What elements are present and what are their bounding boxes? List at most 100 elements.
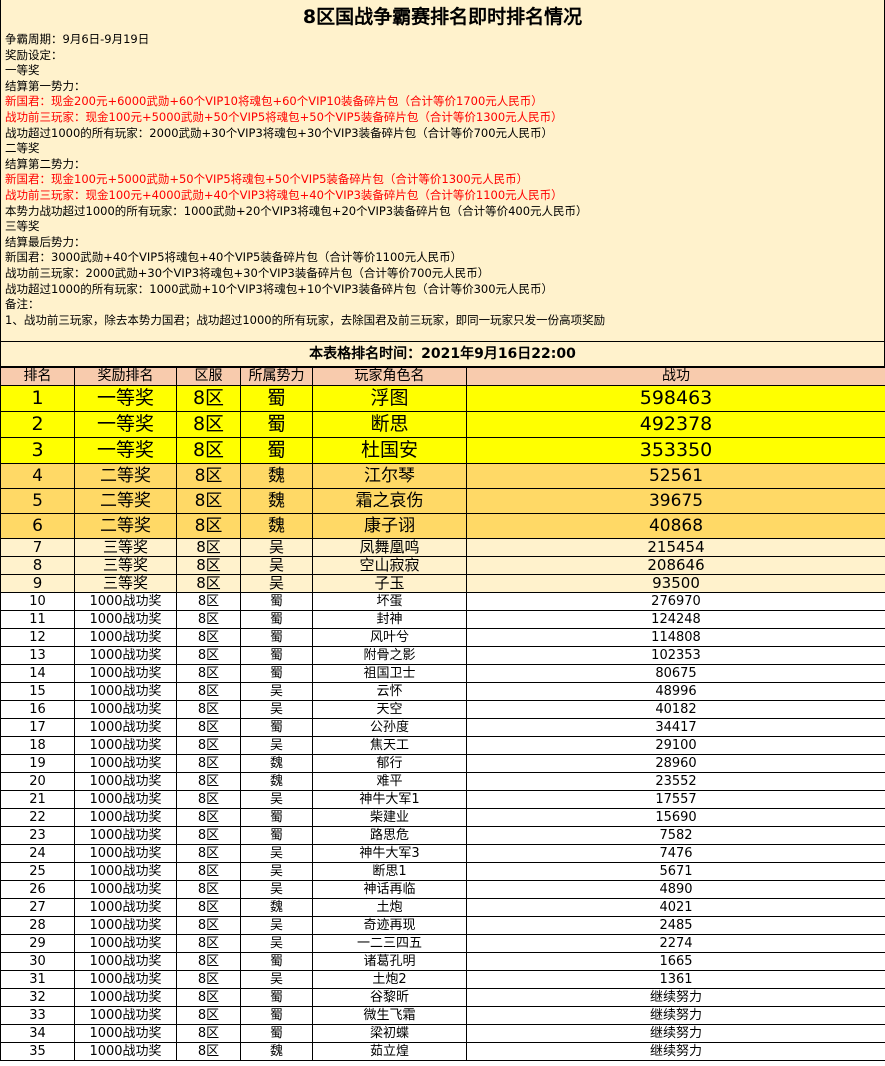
cell-rank: 8 [0, 556, 75, 575]
cell-server: 8区 [176, 934, 241, 953]
table-body: 1 一等奖 8区蜀浮图 598463 2 一等奖 8区蜀断思 492378 3 一等奖 8区蜀杜国安… [0, 385, 885, 1061]
table-row: 17 1000战功奖 8区蜀公孙度 34417 [0, 718, 885, 737]
cell-player-name: 柴建业 [312, 808, 467, 827]
cell-rank: 4 [0, 463, 75, 489]
cell-server: 8区 [176, 463, 241, 489]
cell-server: 8区 [176, 898, 241, 917]
cell-player-name: 路思危 [312, 826, 467, 845]
cell-server: 8区 [176, 556, 241, 575]
cell-player-name: 土炮2 [312, 970, 467, 989]
cell-server: 8区 [176, 916, 241, 935]
cell-server: 8区 [176, 513, 241, 539]
cell-merit: 52561 [466, 463, 885, 489]
cell-award: 1000战功奖 [74, 952, 177, 971]
cell-player-name: 神话再临 [312, 880, 467, 899]
cell-merit: 492378 [466, 411, 885, 438]
cell-merit: 34417 [466, 718, 885, 737]
cell-rank: 7 [0, 538, 75, 557]
ranking-table: 排名 奖励排名 区服 所属势力 玩家角色名 战功 1 一等奖 8区蜀浮图 598463… [0, 367, 885, 1061]
table-row: 10 1000战功奖 8区蜀坏蛋 276970 [0, 592, 885, 611]
cell-award: 一等奖 [74, 437, 177, 464]
cell-rank: 12 [0, 628, 75, 647]
cell-rank: 23 [0, 826, 75, 845]
cell-player-name: 焦天工 [312, 736, 467, 755]
cell-faction: 蜀 [240, 808, 313, 827]
cell-faction: 蜀 [240, 664, 313, 683]
table-row: 9 三等奖 8区吴子玉 93500 [0, 574, 885, 593]
cell-award: 1000战功奖 [74, 610, 177, 629]
cell-server: 8区 [176, 880, 241, 899]
cell-server: 8区 [176, 664, 241, 683]
table-row: 32 1000战功奖 8区蜀谷黎昕 继续努力 [0, 988, 885, 1007]
page-title: 8区国战争霸赛排名即时排名情况 [302, 6, 583, 28]
cell-faction: 蜀 [240, 411, 313, 438]
table-row: 13 1000战功奖 8区蜀附骨之影 102353 [0, 646, 885, 665]
cell-rank: 35 [0, 1042, 75, 1061]
info-line: 本势力战功超过1000的所有玩家：1000武勋+20个VIP3将魂包+20个VI… [5, 203, 588, 218]
cell-server: 8区 [176, 592, 241, 611]
cell-award: 1000战功奖 [74, 898, 177, 917]
cell-rank: 34 [0, 1024, 75, 1043]
cell-faction: 吴 [240, 844, 313, 863]
cell-merit: 继续努力 [466, 1042, 885, 1061]
cell-faction: 吴 [240, 538, 313, 557]
table-row: 15 1000战功奖 8区吴云怀 48996 [0, 682, 885, 701]
cell-rank: 29 [0, 934, 75, 953]
cell-player-name: 土炮 [312, 898, 467, 917]
cell-player-name: 浮图 [312, 385, 467, 412]
cell-faction: 吴 [240, 682, 313, 701]
cell-merit: 39675 [466, 488, 885, 514]
cell-award: 1000战功奖 [74, 700, 177, 719]
cell-rank: 17 [0, 718, 75, 737]
cell-server: 8区 [176, 1042, 241, 1061]
cell-server: 8区 [176, 385, 241, 412]
cell-award: 1000战功奖 [74, 1006, 177, 1025]
cell-player-name: 凤舞凰鸣 [312, 538, 467, 557]
cell-player-name: 郁行 [312, 754, 467, 773]
cell-award: 二等奖 [74, 463, 177, 489]
table-row: 24 1000战功奖 8区吴神牛大军3 7476 [0, 844, 885, 863]
info-line: 备注： [5, 297, 40, 312]
cell-rank: 28 [0, 916, 75, 935]
table-row: 18 1000战功奖 8区吴焦天工 29100 [0, 736, 885, 755]
info-line: 结算第一势力： [5, 78, 86, 93]
cell-faction: 蜀 [240, 826, 313, 845]
cell-merit: 1665 [466, 952, 885, 971]
cell-rank: 25 [0, 862, 75, 881]
cell-merit: 208646 [466, 556, 885, 575]
cell-rank: 30 [0, 952, 75, 971]
table-row: 16 1000战功奖 8区吴天空 40182 [0, 700, 885, 719]
table-row: 29 1000战功奖 8区吴一二三四五 2274 [0, 934, 885, 953]
column-header-faction: 所属势力 [240, 367, 313, 386]
cell-player-name: 子玉 [312, 574, 467, 593]
cell-merit: 2485 [466, 916, 885, 935]
cell-merit: 4021 [466, 898, 885, 917]
cell-player-name: 坏蛋 [312, 592, 467, 611]
cell-player-name: 风叶兮 [312, 628, 467, 647]
cell-server: 8区 [176, 1006, 241, 1025]
info-line: 1、战功前三玩家，除去本势力国君；战功超过1000的所有玩家，去除国君及前三玩家… [5, 312, 606, 327]
cell-faction: 魏 [240, 513, 313, 539]
cell-server: 8区 [176, 411, 241, 438]
cell-faction: 吴 [240, 574, 313, 593]
cell-award: 1000战功奖 [74, 970, 177, 989]
cell-merit: 40868 [466, 513, 885, 539]
cell-server: 8区 [176, 1024, 241, 1043]
table-row: 20 1000战功奖 8区魏难平 23552 [0, 772, 885, 791]
cell-faction: 蜀 [240, 988, 313, 1007]
cell-award: 1000战功奖 [74, 790, 177, 809]
cell-faction: 蜀 [240, 628, 313, 647]
cell-player-name: 天空 [312, 700, 467, 719]
cell-faction: 蜀 [240, 385, 313, 412]
cell-server: 8区 [176, 538, 241, 557]
cell-award: 三等奖 [74, 574, 177, 593]
cell-rank: 13 [0, 646, 75, 665]
column-header-merit: 战功 [466, 367, 885, 386]
cell-faction: 吴 [240, 862, 313, 881]
cell-server: 8区 [176, 646, 241, 665]
info-line: 新国君：现金200元+6000武勋+60个VIP10将魂包+60个VIP10装备… [5, 94, 543, 109]
cell-merit: 23552 [466, 772, 885, 791]
cell-player-name: 奇迹再现 [312, 916, 467, 935]
cell-rank: 3 [0, 437, 75, 464]
cell-merit: 4890 [466, 880, 885, 899]
